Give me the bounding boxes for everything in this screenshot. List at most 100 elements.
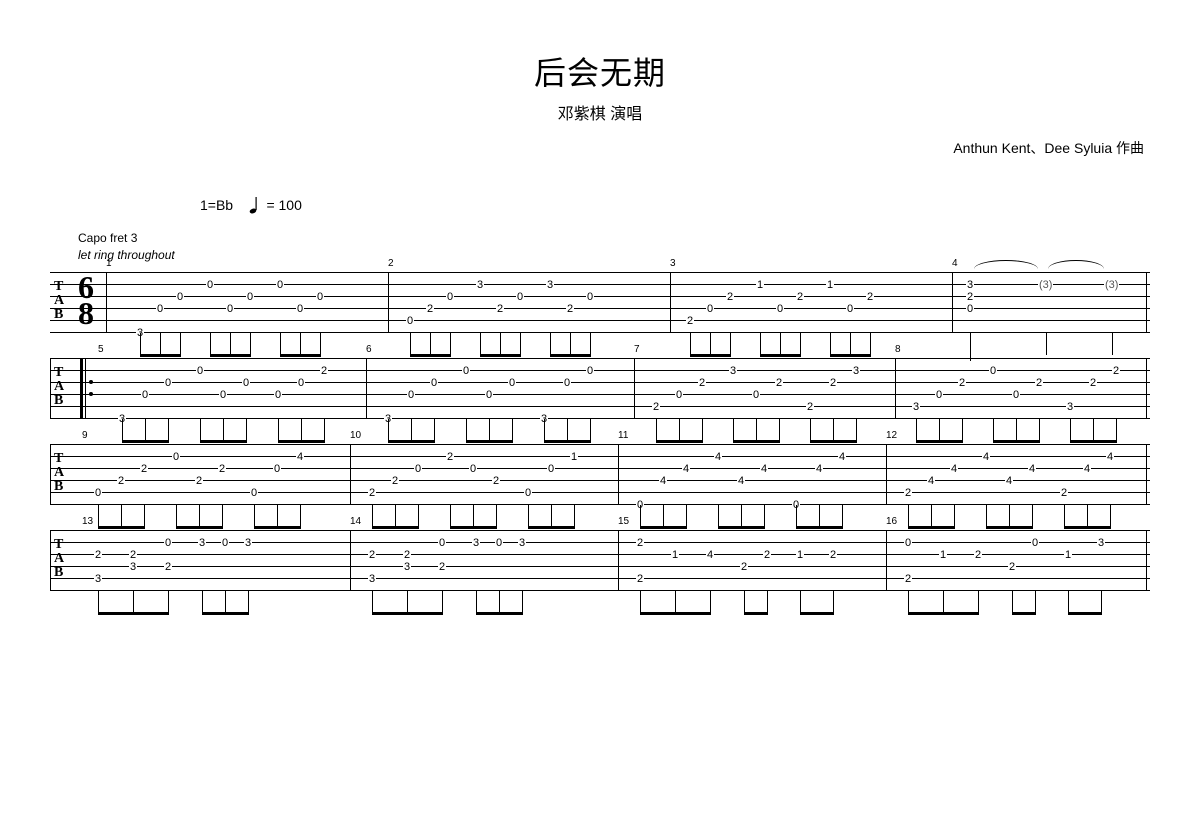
fret-number: 0	[297, 377, 305, 389]
fret-number: 2	[129, 549, 137, 561]
fret-number: 4	[659, 475, 667, 487]
fret-number: 0	[242, 377, 250, 389]
note-stem	[372, 591, 373, 613]
fret-number: 4	[760, 463, 768, 475]
fret-number: 1	[756, 279, 764, 291]
fret-number: 2	[195, 475, 203, 487]
beam	[528, 526, 575, 529]
barline	[895, 358, 896, 418]
note-stem	[202, 591, 203, 613]
beam	[388, 440, 435, 443]
fret-number: 3	[546, 279, 554, 291]
barline	[886, 444, 887, 504]
fret-number: 2	[796, 291, 804, 303]
beam	[410, 354, 451, 357]
bar-number: 5	[98, 344, 104, 355]
composer-credit: Anthun Kent、Dee Syluia 作曲	[0, 138, 1144, 158]
beam	[200, 440, 247, 443]
note-stem	[764, 505, 765, 527]
note-stem	[248, 591, 249, 613]
note-stem	[473, 505, 474, 527]
note-stem	[300, 505, 301, 527]
note-stem	[280, 333, 281, 355]
fret-number: 2	[1008, 561, 1016, 573]
barline	[1146, 444, 1147, 504]
note-stem	[943, 591, 944, 613]
fret-number: 0	[176, 291, 184, 303]
fret-number: 2	[866, 291, 874, 303]
note-stem	[144, 505, 145, 527]
beam	[986, 526, 1033, 529]
fret-number: 2	[117, 475, 125, 487]
note-stem	[496, 505, 497, 527]
fret-number: 2	[368, 487, 376, 499]
fret-number: 0	[966, 303, 974, 315]
note-stem	[411, 419, 412, 441]
fret-number: 2	[1089, 377, 1097, 389]
quarter-note-icon	[249, 196, 259, 217]
fret-number: 3	[403, 561, 411, 573]
note-stem	[121, 505, 122, 527]
note-stem	[1016, 419, 1017, 441]
note-stem	[970, 333, 971, 361]
fret-number: 2	[566, 303, 574, 315]
fret-number: (3)	[1104, 279, 1119, 291]
fret-number: 2	[164, 561, 172, 573]
note-stem	[730, 333, 731, 355]
note-stem	[567, 419, 568, 441]
note-stem	[1070, 419, 1071, 441]
tab-clef-label: TAB	[54, 538, 64, 580]
note-stem	[160, 333, 161, 355]
capo-instruction: Capo fret 3	[78, 231, 1200, 245]
beam	[800, 612, 834, 615]
fret-number: 0	[94, 487, 102, 499]
bpm-label: = 100	[266, 197, 301, 213]
tab-score: TAB681234300000000020320320202102102023(…	[50, 272, 1150, 592]
note-stem	[993, 419, 994, 441]
fret-number: 1	[939, 549, 947, 561]
bar-number: 6	[366, 344, 372, 355]
note-stem	[223, 419, 224, 441]
fret-number: 0	[1012, 389, 1020, 401]
note-stem	[528, 505, 529, 527]
beam	[280, 354, 321, 357]
fret-number: 4	[1028, 463, 1036, 475]
note-stem	[850, 333, 851, 355]
fret-number: 0	[414, 463, 422, 475]
fret-number: 2	[492, 475, 500, 487]
note-stem	[954, 505, 955, 527]
barline	[1146, 272, 1147, 332]
barline	[106, 272, 107, 332]
fret-number: 0	[164, 537, 172, 549]
beam	[278, 440, 325, 443]
beam	[993, 440, 1040, 443]
fret-number: 1	[570, 451, 578, 463]
note-stem	[168, 419, 169, 441]
note-stem	[1039, 419, 1040, 441]
fret-number: 2	[829, 549, 837, 561]
note-stem	[512, 419, 513, 441]
note-stem	[702, 419, 703, 441]
note-stem	[718, 505, 719, 527]
tab-system: TAB681234300000000020320320202102102023(…	[50, 272, 1150, 334]
tab-staff: TAB1314151632322030332322030322142212201…	[50, 530, 1150, 592]
fret-number: 4	[982, 451, 990, 463]
bar-number: 2	[388, 258, 394, 269]
fret-number: 1	[1064, 549, 1072, 561]
note-stem	[520, 333, 521, 355]
note-stem	[450, 333, 451, 355]
fret-number: 0	[172, 451, 180, 463]
note-stem	[796, 505, 797, 527]
beam	[1070, 440, 1117, 443]
fret-number: 0	[1031, 537, 1039, 549]
barline	[670, 272, 671, 332]
note-stem	[908, 591, 909, 613]
note-stem	[320, 333, 321, 355]
fret-number: 0	[226, 303, 234, 315]
note-stem	[780, 333, 781, 355]
note-stem	[686, 505, 687, 527]
bar-number: 7	[634, 344, 640, 355]
barline	[952, 272, 953, 332]
note-stem	[570, 333, 571, 355]
beam	[1012, 612, 1036, 615]
